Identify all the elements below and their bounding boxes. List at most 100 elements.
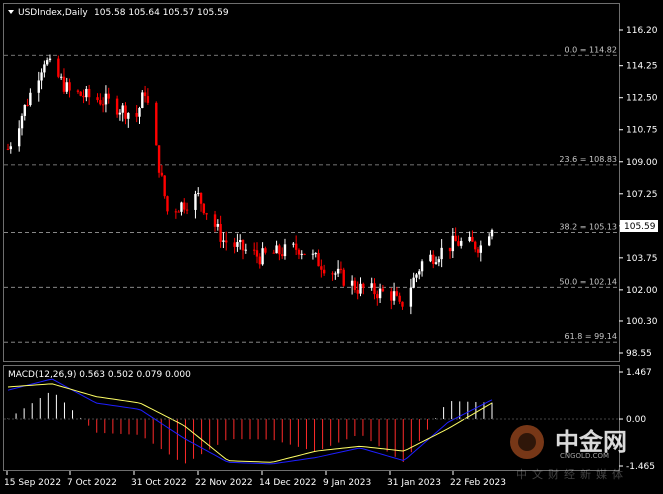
candle-body [23,104,26,116]
candle-body [107,93,110,99]
time-tick-label: 31 Jan 2023 [387,478,441,488]
candle-body [76,90,80,92]
logo-domain: CNGOLD.COM [560,452,610,460]
candle-body [43,64,46,73]
candle-body [233,242,236,247]
candle-body [216,224,220,227]
candle-body [272,252,275,254]
candle-body [29,92,32,106]
macd-tick-label: 1.467 [626,368,652,378]
time-axis: 15 Sep 2022 7 Oct 2022 31 Oct 2022 22 Nov 2… [4,471,506,488]
time-tick-label: 7 Oct 2022 [67,478,117,488]
candle-body [370,283,373,288]
candle-body [342,269,345,286]
candle-body [99,100,102,105]
candle-body [146,96,150,103]
candle-body [199,192,203,204]
price-axis: 116.20 114.25 112.50 110.75 109.00 107.25 105.… [619,26,658,359]
candle-body [177,211,180,213]
candle-body [213,214,217,227]
price-tick-label: 114.25 [626,62,658,72]
candle-body [460,240,463,246]
candle-body [401,301,404,307]
candle-body [476,249,480,253]
candle-body [275,245,278,254]
candle-body [415,274,418,278]
candle-body [334,273,337,275]
candle-body [283,244,287,257]
candle-body [418,271,421,275]
candle-body [378,288,382,299]
candle-body [20,115,24,129]
candle-body [157,145,161,173]
price-tick-label: 110.75 [626,126,658,136]
candle-body [185,209,189,211]
candle-body [322,269,326,274]
candle-body [37,80,40,93]
candle-body [353,280,357,290]
current-price-label: 105.59 [624,222,656,232]
price-tick-label: 100.30 [626,317,658,327]
candle-body [225,240,228,243]
price-tick-label: 116.20 [626,26,658,36]
candle-body [65,82,68,92]
macd-label: MACD(12,26,9) 0.563 0.502 0.079 0.000 [8,370,191,380]
candle-body [432,254,435,264]
candle-body [448,247,452,252]
candle-body [82,95,85,98]
price-tick-label: 98.55 [626,349,652,359]
price-tick-label: 102.00 [626,286,658,296]
candle-body [398,295,401,302]
time-tick-label: 15 Sep 2022 [4,478,61,488]
time-tick-label: 31 Oct 2022 [131,478,187,488]
candle-body [356,289,359,294]
candle-body [409,287,413,307]
candle-body [183,202,186,210]
fib-level-label: 50.0 = 102.14 [559,277,617,286]
candle-body [264,248,267,253]
candle-body [9,146,12,150]
candle-body [68,82,71,91]
ohlc-readout: 105.58 105.64 105.57 105.59 [94,8,229,18]
candle-body [222,240,225,242]
candle-body [457,241,460,246]
time-tick-label: 9 Jan 2023 [323,478,371,488]
candle-body [85,88,88,98]
dropdown-triangle-icon[interactable] [8,10,14,14]
candle-body [194,193,197,210]
candle-body [280,254,284,257]
price-tick-label: 103.75 [626,254,658,264]
logo-tagline: 中文财经新媒体 [516,468,628,481]
candle-body [258,256,261,265]
candle-body [412,277,415,288]
candle-body [236,242,239,247]
candle-body [362,283,365,288]
candle-body [440,247,443,260]
time-tick-label: 22 Feb 2023 [450,478,506,488]
candle-body [437,259,441,263]
candle-body [320,266,323,270]
fib-level-label: 0.0 = 114.82 [564,45,617,54]
price-tick-label: 112.50 [626,94,658,104]
candle-body [381,288,385,292]
fib-level-label: 61.8 = 99.14 [564,332,617,341]
symbol-title: USDIndex,Daily [18,8,88,18]
candle-body [292,243,295,245]
candle-body [57,58,60,77]
candle-body [104,93,108,105]
candle-body [350,280,354,286]
candle-body [79,91,82,96]
candle-body [127,112,130,119]
fibonacci-levels: 0.0 = 114.82 23.6 = 108.83 38.2 = 105.13 50… [4,45,619,343]
candle-body [297,249,301,255]
price-tick-label: 109.00 [626,158,658,168]
candle-body [160,172,164,176]
candle-body [62,76,66,92]
candle-body [434,262,438,264]
fib-level-label: 23.6 = 108.83 [559,155,617,164]
time-tick-label: 22 Nov 2022 [195,478,253,488]
candle-body [219,224,222,242]
candle-body [48,58,52,61]
macd-histogram [7,392,493,464]
candle-body [261,248,264,265]
